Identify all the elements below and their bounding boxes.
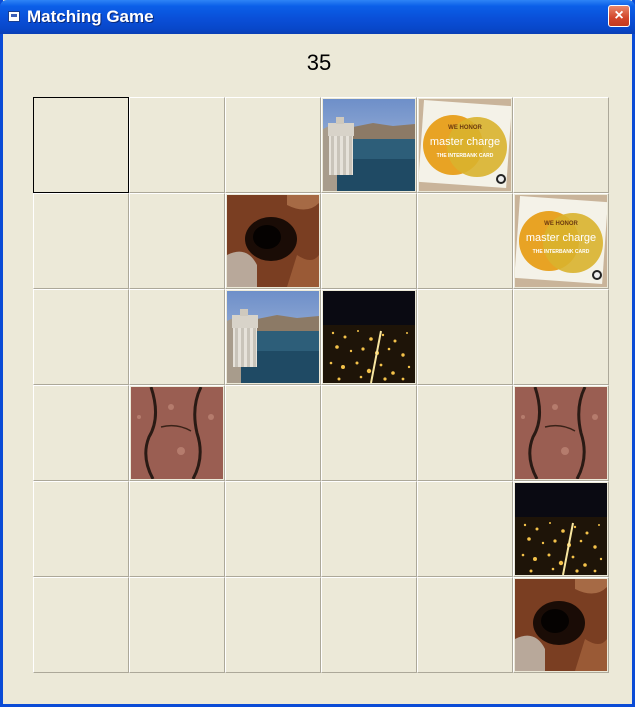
card-rock[interactable] <box>513 385 609 481</box>
game-board: WE HONOR master charge THE INTERBANK CAR… <box>33 97 609 673</box>
card-cave[interactable] <box>513 577 609 673</box>
card-face-down[interactable] <box>129 193 225 289</box>
card-face-down[interactable] <box>33 289 129 385</box>
card-dam[interactable] <box>321 97 417 193</box>
card-face-down[interactable] <box>417 289 513 385</box>
card-face-down[interactable] <box>33 193 129 289</box>
svg-text:master charge: master charge <box>430 136 500 148</box>
card-face-down[interactable] <box>321 193 417 289</box>
card-face-down[interactable] <box>417 385 513 481</box>
close-button[interactable]: × <box>608 5 630 27</box>
svg-text:THE INTERBANK CARD: THE INTERBANK CARD <box>533 249 590 255</box>
card-face-down[interactable] <box>321 481 417 577</box>
score-display: 35 <box>306 50 332 75</box>
card-face-down[interactable] <box>417 577 513 673</box>
card-face-down[interactable] <box>129 481 225 577</box>
card-face-down[interactable] <box>225 481 321 577</box>
card-face-down[interactable] <box>417 481 513 577</box>
card-face-down[interactable] <box>33 385 129 481</box>
game-window: Matching Game × 35 WE HONOR master charg… <box>0 0 635 707</box>
card-face-down[interactable] <box>33 481 129 577</box>
card-city-night[interactable] <box>321 289 417 385</box>
svg-text:WE HONOR: WE HONOR <box>448 125 482 131</box>
card-face-down[interactable] <box>417 193 513 289</box>
card-face-down[interactable] <box>225 577 321 673</box>
app-icon[interactable] <box>8 11 20 22</box>
card-face-down[interactable] <box>321 577 417 673</box>
card-face-down[interactable] <box>513 97 609 193</box>
card-rock[interactable] <box>129 385 225 481</box>
card-face-down[interactable] <box>33 97 129 193</box>
window-title: Matching Game <box>27 7 154 26</box>
card-face-down[interactable] <box>33 577 129 673</box>
card-face-down[interactable] <box>129 289 225 385</box>
card-dam[interactable] <box>225 289 321 385</box>
card-face-down[interactable] <box>129 97 225 193</box>
card-master-charge[interactable]: WE HONOR master charge THE INTERBANK CAR… <box>513 193 609 289</box>
card-face-down[interactable] <box>225 385 321 481</box>
card-face-down[interactable] <box>129 577 225 673</box>
card-face-down[interactable] <box>321 385 417 481</box>
svg-text:THE INTERBANK CARD: THE INTERBANK CARD <box>437 153 494 159</box>
card-city-night[interactable] <box>513 481 609 577</box>
svg-text:master charge: master charge <box>526 232 596 244</box>
card-face-down[interactable] <box>513 289 609 385</box>
card-master-charge[interactable]: WE HONOR master charge THE INTERBANK CAR… <box>417 97 513 193</box>
card-cave[interactable] <box>225 193 321 289</box>
title-bar[interactable]: Matching Game × <box>0 0 635 34</box>
card-face-down[interactable] <box>225 97 321 193</box>
svg-text:WE HONOR: WE HONOR <box>544 221 578 227</box>
